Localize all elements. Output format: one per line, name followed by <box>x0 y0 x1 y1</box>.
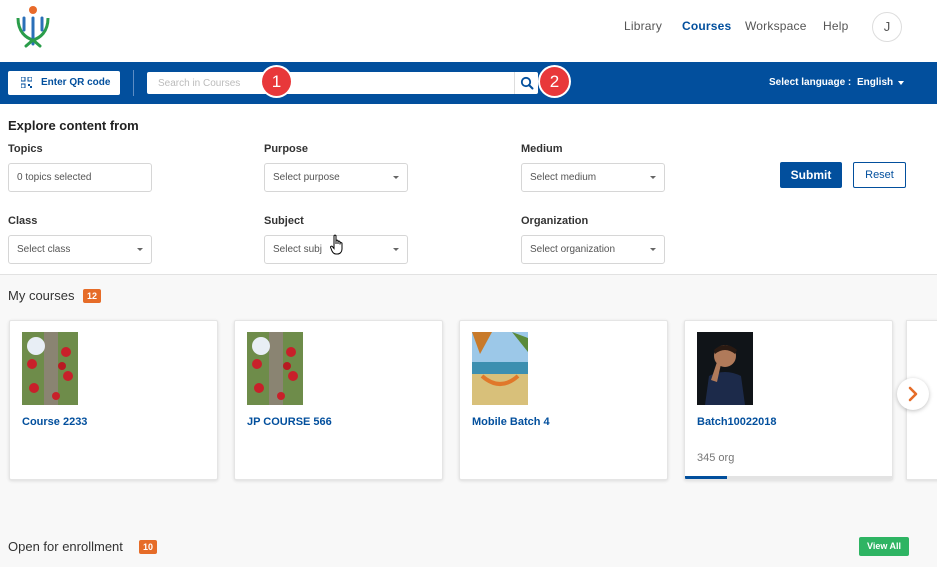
course-title: Course 2233 <box>22 416 88 428</box>
submit-button[interactable]: Submit <box>780 162 842 188</box>
class-label: Class <box>8 215 38 227</box>
course-title: Mobile Batch 4 <box>472 416 550 428</box>
chevron-down-icon <box>393 248 399 251</box>
chevron-down-icon <box>650 176 656 179</box>
diksha-logo-icon[interactable] <box>12 4 56 50</box>
tulip-tree-thumbnail <box>247 332 303 405</box>
purpose-select[interactable]: Select purpose <box>264 163 408 192</box>
nav-library[interactable]: Library <box>624 19 662 33</box>
chevron-down-icon[interactable] <box>898 81 904 85</box>
explore-title: Explore content from <box>8 118 139 133</box>
tennis-player-thumbnail <box>697 332 753 405</box>
open-enrollment-count-badge: 10 <box>139 540 158 554</box>
view-all-button[interactable]: View All <box>859 537 909 556</box>
my-courses-count-badge: 12 <box>83 289 102 303</box>
search-input[interactable] <box>147 72 513 94</box>
organization-label: Organization <box>521 215 589 227</box>
course-card[interactable]: Mobile Batch 4 <box>459 320 668 480</box>
qr-button-label: Enter QR code <box>41 77 111 88</box>
purpose-select-value: Select purpose <box>273 172 340 183</box>
topics-select[interactable]: 0 topics selected <box>8 163 152 192</box>
medium-label: Medium <box>521 143 563 155</box>
tulip-tree-thumbnail <box>22 332 78 405</box>
organization-select-value: Select organization <box>530 244 616 255</box>
open-enrollment-title: Open for enrollment <box>8 539 123 554</box>
qr-code-icon <box>21 77 32 88</box>
hand-pointer-cursor-icon <box>330 234 343 255</box>
nav-help[interactable]: Help <box>823 19 848 33</box>
enter-qr-code-button[interactable]: Enter QR code <box>8 71 120 95</box>
course-subtitle: 345 org <box>697 452 735 464</box>
language-select[interactable]: English <box>857 77 893 88</box>
course-progress-fill <box>685 476 727 479</box>
course-card[interactable]: Batch10022018 345 org <box>684 320 893 480</box>
callout-marker-2: 2 <box>540 67 569 96</box>
chevron-down-icon <box>650 248 656 251</box>
search-box <box>147 72 538 94</box>
course-progress-bar <box>685 476 892 479</box>
user-avatar[interactable]: J <box>872 12 902 42</box>
search-icon <box>520 76 534 90</box>
class-select-value: Select class <box>17 244 71 255</box>
hammock-beach-thumbnail <box>472 332 528 405</box>
chevron-right-icon <box>908 386 918 402</box>
medium-select[interactable]: Select medium <box>521 163 665 192</box>
language-label: Select language : <box>769 77 852 88</box>
course-title: JP COURSE 566 <box>247 416 332 428</box>
nav-workspace[interactable]: Workspace <box>745 19 807 33</box>
toolbar-divider <box>133 70 134 96</box>
subject-select-value: Select subj <box>273 244 322 255</box>
chevron-down-icon <box>393 176 399 179</box>
course-card[interactable]: JP COURSE 566 <box>234 320 443 480</box>
search-toolbar: Enter QR code 1 2 Select language : Engl… <box>0 62 937 104</box>
search-button[interactable] <box>514 72 538 94</box>
top-navbar: Library Courses Workspace Help J <box>0 0 937 62</box>
reset-button[interactable]: Reset <box>853 162 906 188</box>
organization-select[interactable]: Select organization <box>521 235 665 264</box>
class-select[interactable]: Select class <box>8 235 152 264</box>
course-title: Batch10022018 <box>697 416 777 428</box>
topics-label: Topics <box>8 143 43 155</box>
course-card[interactable]: Course 2233 <box>9 320 218 480</box>
nav-courses[interactable]: Courses <box>682 19 731 33</box>
carousel-next-button[interactable] <box>897 378 929 410</box>
medium-select-value: Select medium <box>530 172 597 183</box>
callout-marker-1: 1 <box>262 67 291 96</box>
purpose-label: Purpose <box>264 143 309 155</box>
subject-label: Subject <box>264 215 304 227</box>
chevron-down-icon <box>137 248 143 251</box>
my-courses-title: My courses <box>8 288 75 303</box>
